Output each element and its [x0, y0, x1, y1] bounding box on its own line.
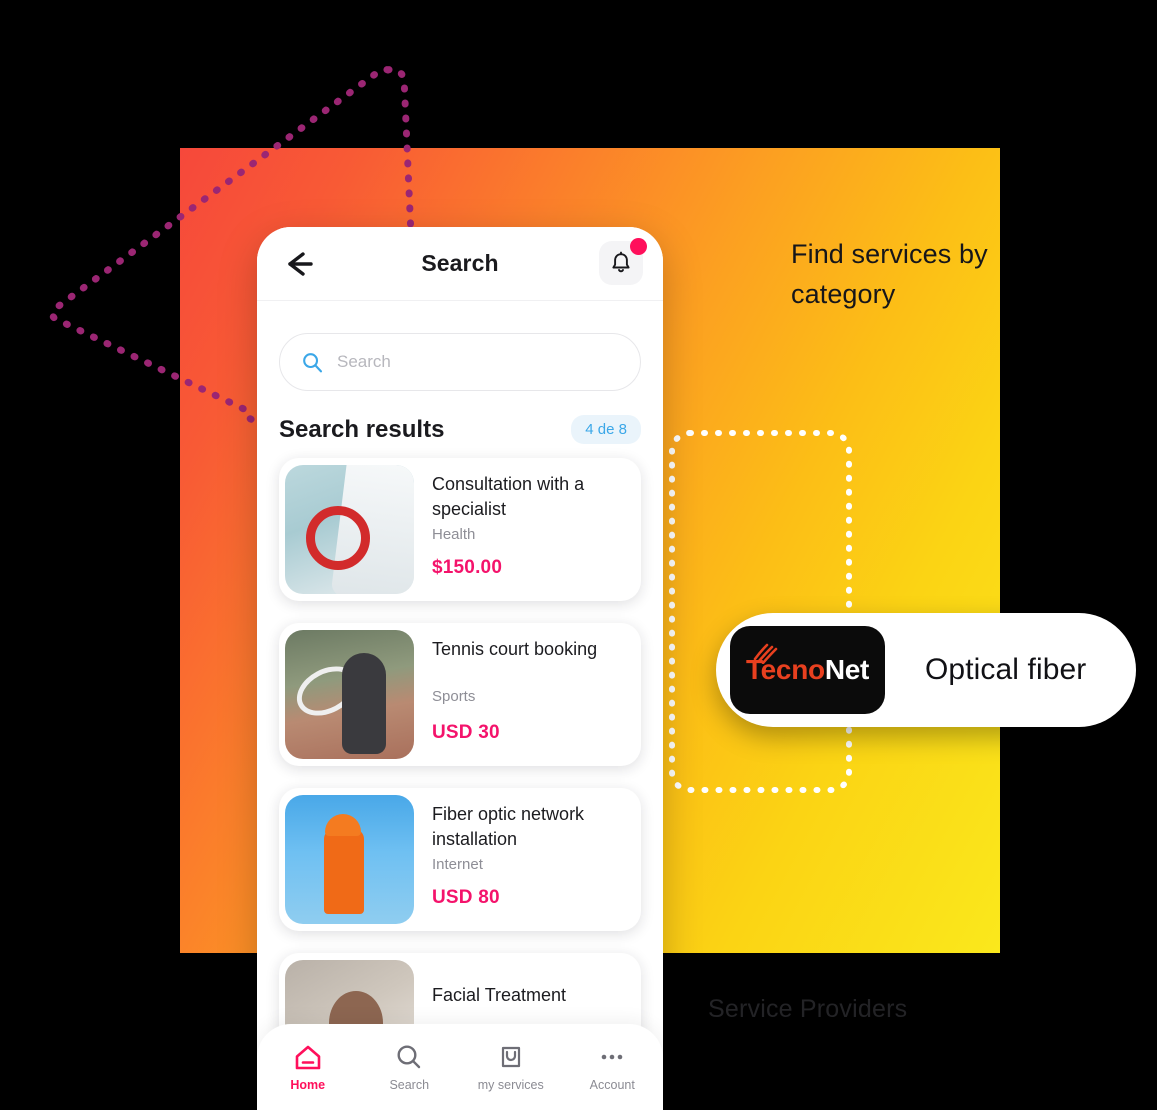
service-title: Facial Treatment [432, 985, 567, 1005]
search-icon [397, 1044, 421, 1068]
service-title: Fiber optic network installation [432, 804, 585, 849]
notification-badge-dot [630, 238, 647, 255]
app-body: Search Search results 4 de 8 Consultatio… [257, 333, 663, 1096]
page-headline: Find services by category [791, 239, 988, 309]
service-category: Sports [432, 688, 476, 705]
results-title: Search results [279, 415, 445, 443]
search-input[interactable]: Search [279, 333, 641, 391]
service-price: $150.00 [432, 557, 503, 578]
nav-item-my-services[interactable]: my services [465, 1043, 557, 1092]
service-price: USD 80 [432, 887, 500, 908]
service-thumbnail [285, 465, 414, 594]
nav-label: Account [589, 1077, 635, 1092]
arrow-left-icon[interactable] [281, 249, 315, 279]
search-icon [303, 352, 323, 372]
service-thumbnail [285, 630, 414, 759]
bottom-navigation: Home Search my services Account [257, 1024, 663, 1110]
nav-label: Home [290, 1077, 326, 1092]
logo-text-part2: Net [824, 654, 870, 685]
home-icon [295, 1045, 321, 1069]
search-placeholder-text: Search [337, 352, 391, 371]
nav-item-home[interactable]: Home [262, 1043, 354, 1092]
page-title: Search [421, 250, 499, 276]
bag-icon [501, 1046, 520, 1067]
nav-item-account[interactable]: Account [566, 1043, 658, 1092]
tecnonet-logo: TecnoNet [730, 626, 885, 714]
app-header: Search [257, 227, 663, 301]
phone-mockup: Search Search Search results 4 de 8 Cons… [257, 227, 663, 1110]
nav-item-search[interactable]: Search [363, 1043, 455, 1092]
service-info: Tennis court booking Sports USD 30 [414, 623, 641, 766]
service-category: Internet [432, 856, 483, 873]
list-item[interactable]: Tennis court booking Sports USD 30 [279, 623, 641, 766]
list-item[interactable]: Fiber optic network installation Interne… [279, 788, 641, 931]
service-title: Tennis court booking [432, 639, 598, 659]
ellipsis-icon [601, 1054, 623, 1059]
canvas: Find services by category Service Provid… [0, 0, 1157, 1110]
results-count-badge[interactable]: 4 de 8 [571, 415, 641, 444]
tecnonet-callout[interactable]: TecnoNet Optical fiber [716, 613, 1136, 727]
list-item[interactable]: Consultation with a specialist Health $1… [279, 458, 641, 601]
service-price: USD 30 [432, 722, 500, 743]
results-list: Consultation with a specialist Health $1… [279, 458, 641, 1096]
logo-text-part1: Tecno [745, 654, 825, 685]
service-title: Consultation with a specialist [432, 474, 585, 519]
tecnonet-wordmark: TecnoNet [746, 654, 869, 686]
results-header: Search results 4 de 8 [279, 415, 641, 444]
service-category: Health [432, 526, 476, 543]
callout-label: Optical fiber [925, 653, 1087, 686]
nav-label: Search [389, 1077, 430, 1092]
service-providers-label: Service Providers [708, 995, 908, 1023]
service-thumbnail [285, 795, 414, 924]
bell-icon [612, 251, 630, 273]
service-info: Fiber optic network installation Interne… [414, 788, 641, 931]
service-info: Consultation with a specialist Health $1… [414, 458, 641, 601]
nav-label: my services [477, 1077, 544, 1092]
